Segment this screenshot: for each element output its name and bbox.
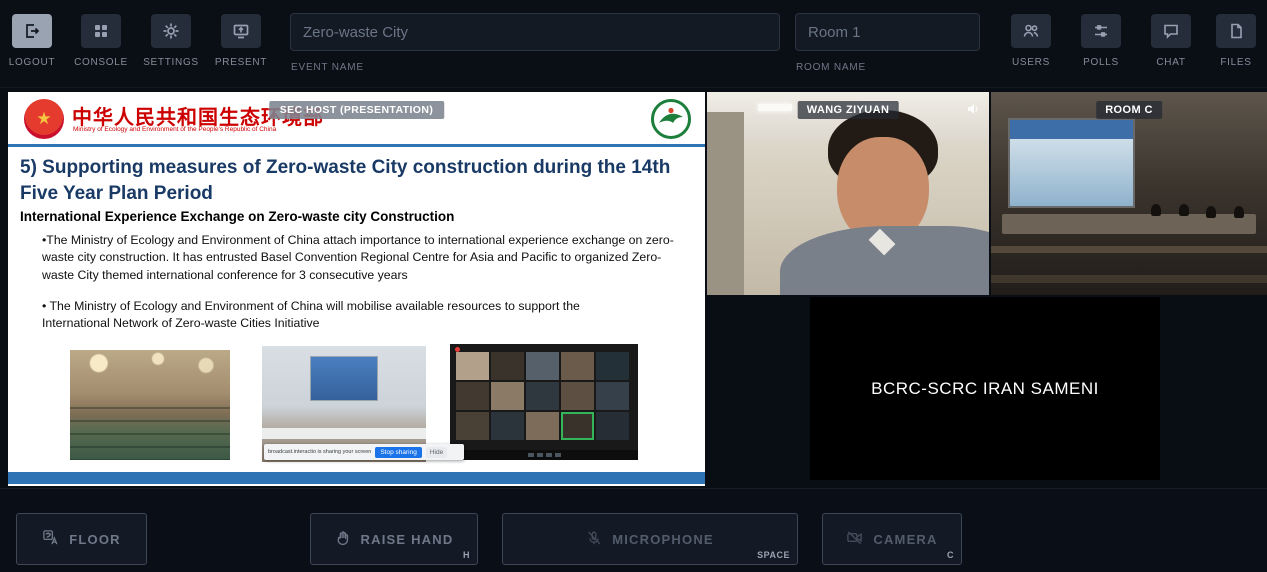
users-icon [1011, 14, 1051, 48]
present-button[interactable]: PRESENT [210, 14, 272, 68]
users-label: USERS [1012, 57, 1050, 68]
event-name-value: Zero-waste City [303, 24, 408, 41]
present-label: PRESENT [215, 57, 267, 68]
files-label: FILES [1220, 57, 1251, 68]
photo-projection-screen [310, 356, 379, 400]
chat-label: CHAT [1156, 57, 1185, 68]
files-icon [1216, 14, 1256, 48]
conference-photo-1 [70, 350, 230, 460]
camera-label: CAMERA [873, 532, 937, 547]
raise-hand-button[interactable]: RAISE HAND H [310, 513, 478, 565]
polls-label: POLLS [1083, 57, 1119, 68]
video-call-screenshot [450, 344, 638, 460]
video-tile-room-c[interactable]: ROOM C [991, 92, 1267, 295]
room-name-label: ROOM NAME [796, 62, 866, 73]
slide-footer-bar [8, 472, 705, 484]
users-button[interactable]: USERS [1000, 14, 1062, 68]
screen-share-bar: broadcast.interactio is sharing your scr… [264, 444, 464, 460]
raise-hand-icon [335, 530, 351, 549]
chat-button[interactable]: CHAT [1140, 14, 1202, 68]
language-icon [42, 529, 59, 549]
camera-muted-icon [846, 529, 863, 549]
slide-bullet-2: • The Ministry of Ecology and Environmen… [42, 298, 602, 333]
console-button[interactable]: CONSOLE [70, 14, 132, 68]
room-name-value: Room 1 [808, 24, 861, 41]
presenter-badge: SEC HOST (PRESENTATION) [269, 101, 444, 119]
speaker-indicator-icon [967, 102, 979, 120]
present-icon [221, 14, 261, 48]
logout-icon [12, 14, 52, 48]
slide-subtitle: International Experience Exchange on Zer… [20, 209, 454, 224]
raise-hand-label: RAISE HAND [361, 532, 454, 547]
logout-label: LOGOUT [9, 57, 55, 68]
active-speaker-name: BCRC-SCRC IRAN SAMENI [871, 379, 1099, 399]
slide-bullet-1: •The Ministry of Ecology and Environment… [42, 232, 682, 284]
files-button[interactable]: FILES [1205, 14, 1267, 68]
camera-button[interactable]: CAMERA C [822, 513, 962, 565]
china-national-emblem: ★ [24, 99, 64, 139]
slide-title: 5) Supporting measures of Zero-waste Cit… [20, 155, 698, 206]
logout-button[interactable]: LOGOUT [1, 14, 63, 68]
console-icon [81, 14, 121, 48]
presentation-slide: ★ 中华人民共和国生态环境部 Ministry of Ecology and E… [8, 92, 705, 486]
hide-share-bar-button[interactable]: Hide [426, 447, 447, 458]
polls-icon [1081, 14, 1121, 48]
raise-hand-shortcut: H [463, 550, 470, 560]
event-name-label: EVENT NAME [291, 62, 364, 73]
event-name-field[interactable]: Zero-waste City [290, 13, 780, 51]
video-tile-wang-ziyuan[interactable]: WANG ZIYUAN [707, 92, 989, 295]
share-bar-text: broadcast.interactio is sharing your scr… [268, 449, 371, 455]
camera-shortcut: C [947, 550, 954, 560]
participant-name-badge: ROOM C [1096, 101, 1162, 119]
bottom-control-bar: FLOOR RAISE HAND H MICROPHONE SPACE CAME… [0, 488, 1267, 572]
chat-icon [1151, 14, 1191, 48]
microphone-button[interactable]: MICROPHONE SPACE [502, 513, 798, 565]
settings-button[interactable]: SETTINGS [140, 14, 202, 68]
ministry-name-english: Ministry of Ecology and Environment of t… [73, 126, 276, 133]
top-toolbar: LOGOUT CONSOLE SETTINGS PRESENT Zero-was… [0, 0, 1267, 88]
floor-language-button[interactable]: FLOOR [16, 513, 147, 565]
microphone-label: MICROPHONE [612, 532, 714, 547]
stop-sharing-button[interactable]: Stop sharing [375, 447, 422, 458]
settings-icon [151, 14, 191, 48]
active-speaker-tile[interactable]: BCRC-SCRC IRAN SAMENI [810, 297, 1160, 480]
microphone-shortcut: SPACE [757, 550, 790, 560]
microphone-muted-icon [586, 530, 602, 549]
settings-label: SETTINGS [143, 57, 199, 68]
participant-name-badge: WANG ZIYUAN [798, 101, 899, 119]
polls-button[interactable]: POLLS [1070, 14, 1132, 68]
header-divider [8, 144, 705, 147]
console-label: CONSOLE [74, 57, 128, 68]
floor-label: FLOOR [69, 532, 121, 547]
app-window: LOGOUT CONSOLE SETTINGS PRESENT Zero-was… [0, 0, 1267, 572]
room-name-field[interactable]: Room 1 [795, 13, 980, 51]
mee-logo [650, 98, 692, 140]
